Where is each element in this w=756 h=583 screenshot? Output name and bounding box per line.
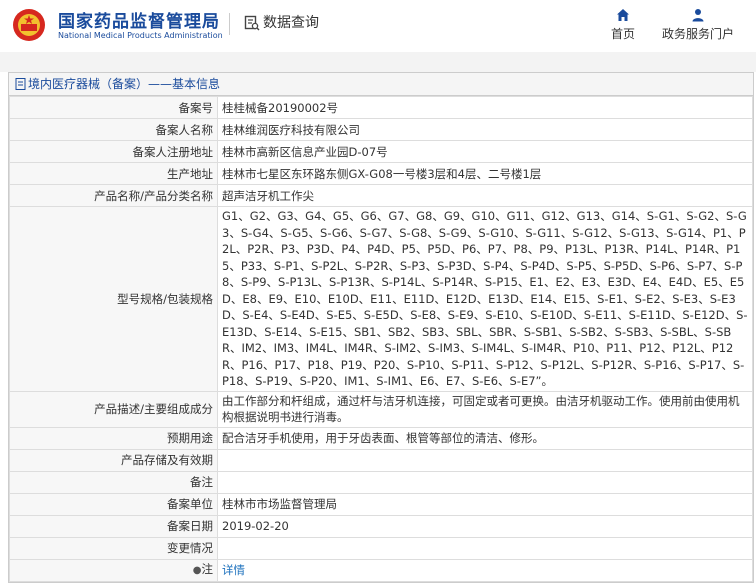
- row-value: [217, 448, 753, 472]
- table-row: 型号规格/包装规格 G1、G2、G3、G4、G5、G6、G7、G8、G9、G10…: [9, 206, 753, 392]
- row-label: 产品描述/主要组成成分: [9, 390, 218, 428]
- header-divider: [229, 13, 230, 35]
- row-value: 桂桂械备20190002号: [217, 96, 753, 119]
- table-row: 备案日期 2019-02-20: [9, 514, 753, 538]
- table-row: 备注: [9, 470, 753, 494]
- nav-gov-label: 政务服务门户: [661, 27, 734, 41]
- table-row: ●注 详情: [9, 558, 753, 582]
- row-value: G1、G2、G3、G4、G5、G6、G7、G8、G9、G10、G11、G12、G…: [217, 206, 753, 392]
- data-query-icon: [244, 15, 260, 31]
- brand-name-en: National Medical Products Administration: [58, 31, 223, 40]
- row-label: 预期用途: [9, 426, 218, 450]
- row-label: 产品存储及有效期: [9, 448, 218, 472]
- row-value: 桂林市七星区东环路东侧GX-G08一号楼3层和4层、二号楼1层: [217, 162, 753, 185]
- row-label: 产品名称/产品分类名称: [9, 184, 218, 207]
- national-emblem-icon: [13, 9, 45, 41]
- row-label: 备案人名称: [9, 118, 218, 141]
- document-icon: [15, 78, 26, 90]
- row-value: 详情: [217, 558, 753, 582]
- row-label: 生产地址: [9, 162, 218, 185]
- table-row: 产品存储及有效期: [9, 448, 753, 472]
- data-query-label: 数据查询: [263, 15, 319, 31]
- home-icon: [617, 9, 629, 21]
- table-row: 产品描述/主要组成成分 由工作部分和杆组成，通过杆与洁牙机连接，可固定或者可更换…: [9, 390, 753, 428]
- table-row: 备案号 桂桂械备20190002号: [9, 96, 753, 119]
- note-label-cell: ●注: [9, 558, 218, 582]
- row-label: 备案人注册地址: [9, 140, 218, 163]
- table-row: 变更情况: [9, 536, 753, 560]
- row-label: 变更情况: [9, 536, 218, 560]
- row-value: 桂林维润医疗科技有限公司: [217, 118, 753, 141]
- site-header: 国家药品监督管理局 National Medical Products Admi…: [0, 0, 756, 52]
- row-label: 备案日期: [9, 514, 218, 538]
- nav-home[interactable]: 首页: [608, 8, 638, 42]
- row-label: 备案单位: [9, 492, 218, 516]
- panel-title: 境内医疗器械（备案）——基本信息: [9, 73, 753, 96]
- nav-home-label: 首页: [610, 27, 635, 41]
- table-row: 预期用途 配合洁牙手机使用，用于牙齿表面、根管等部位的清洁、修形。: [9, 426, 753, 450]
- row-label: 型号规格/包装规格: [9, 206, 218, 392]
- details-link[interactable]: 详情: [222, 563, 245, 577]
- table-row: 备案人名称 桂林维润医疗科技有限公司: [9, 118, 753, 141]
- row-value: 由工作部分和杆组成，通过杆与洁牙机连接，可固定或者可更换。由洁牙机驱动工作。使用…: [217, 390, 753, 428]
- row-value: 超声洁牙机工作尖: [217, 184, 753, 207]
- table-row: 备案单位 桂林市市场监督管理局: [9, 492, 753, 516]
- nav-gov-service[interactable]: 政务服务门户: [660, 8, 736, 42]
- row-label: 备注: [9, 470, 218, 494]
- header-gap: [0, 52, 756, 72]
- table-row: 生产地址 桂林市七星区东环路东侧GX-G08一号楼3层和4层、二号楼1层: [9, 162, 753, 185]
- row-value: 桂林市市场监督管理局: [217, 492, 753, 516]
- table-row: 备案人注册地址 桂林市高新区信息产业园D-07号: [9, 140, 753, 163]
- table-row: 产品名称/产品分类名称 超声洁牙机工作尖: [9, 184, 753, 207]
- panel-title-text: 境内医疗器械（备案）——基本信息: [28, 77, 221, 91]
- row-value: 桂林市高新区信息产业园D-07号: [217, 140, 753, 163]
- row-label: 注: [201, 562, 214, 576]
- row-value: [217, 470, 753, 494]
- row-value: 配合洁牙手机使用，用于牙齿表面、根管等部位的清洁、修形。: [217, 426, 753, 450]
- info-panel: 境内医疗器械（备案）——基本信息 备案号 桂桂械备20190002号 备案人名称…: [8, 72, 754, 583]
- row-value: 2019-02-20: [217, 514, 753, 538]
- row-label: 备案号: [9, 96, 218, 119]
- user-icon: [692, 9, 704, 22]
- brand-name-cn: 国家药品监督管理局: [58, 12, 220, 32]
- row-value: [217, 536, 753, 560]
- info-table: 备案号 桂桂械备20190002号 备案人名称 桂林维润医疗科技有限公司 备案人…: [9, 96, 753, 582]
- data-query-link[interactable]: 数据查询: [244, 12, 319, 32]
